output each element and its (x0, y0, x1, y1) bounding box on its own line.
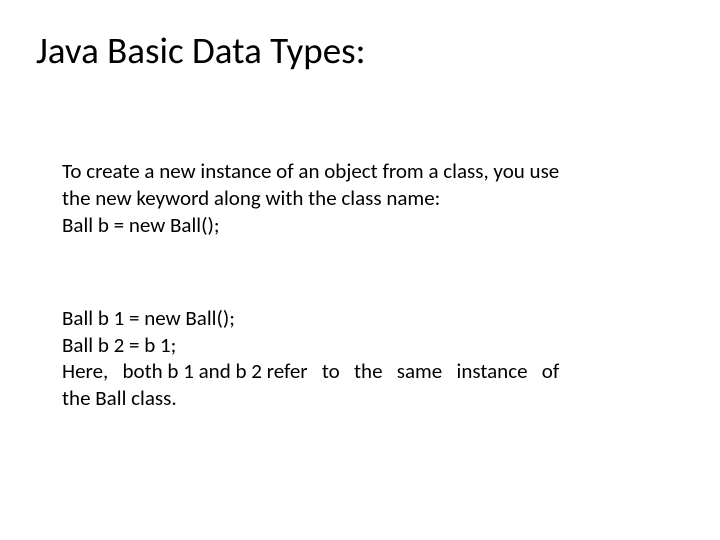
slide-body: To create a new instance of an object fr… (62, 158, 668, 412)
text-line: Ball b 1 = new Ball(); (62, 305, 668, 332)
slide-title: Java Basic Data Types: (36, 28, 365, 73)
text-line: Ball b = new Ball(); (62, 212, 668, 239)
text-line: Here, both b 1 and b 2 refer to the same… (62, 358, 668, 385)
paragraph-1: To create a new instance of an object fr… (62, 158, 668, 239)
slide: Java Basic Data Types: To create a new i… (0, 0, 720, 540)
paragraph-2: Ball b 1 = new Ball(); Ball b 2 = b 1; H… (62, 305, 668, 413)
text-line: the new keyword along with the class nam… (62, 185, 668, 212)
text-line: the Ball class. (62, 385, 668, 412)
text-line: Ball b 2 = b 1; (62, 332, 668, 359)
text-line: To create a new instance of an object fr… (62, 158, 668, 185)
